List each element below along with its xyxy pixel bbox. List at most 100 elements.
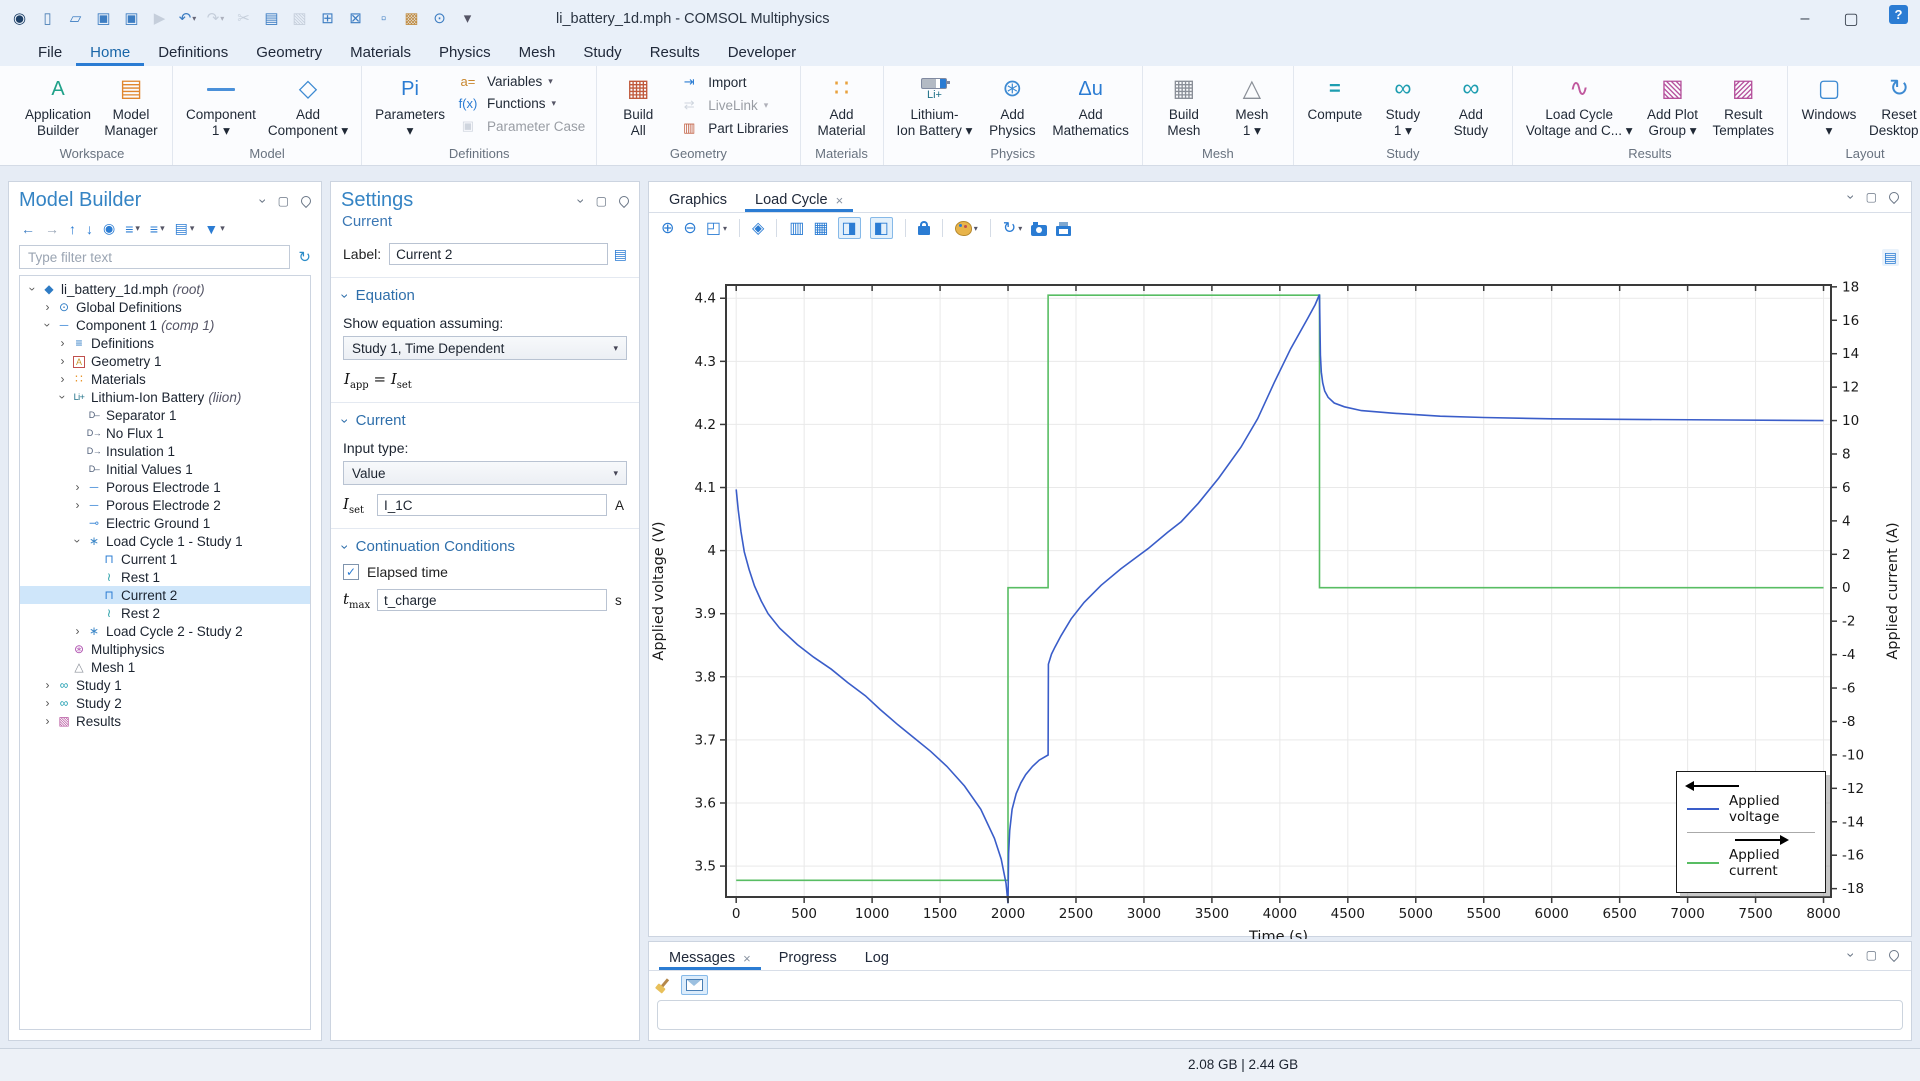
float-panel-icon[interactable]: ▢: [1866, 948, 1877, 962]
duplicate-icon[interactable]: ⊞: [314, 4, 341, 32]
menu-study[interactable]: Study: [569, 41, 635, 66]
reset-desktop-button[interactable]: ↻ResetDesktop ▾: [1865, 69, 1920, 141]
model-manager-button[interactable]: ▤ModelManager: [99, 69, 163, 141]
tree-item-definitions[interactable]: ›≡Definitions: [20, 334, 310, 352]
customize-qat-icon[interactable]: ▾: [454, 4, 481, 32]
save-as-icon[interactable]: ▣: [118, 4, 145, 32]
tree-filter-input[interactable]: [19, 245, 290, 269]
part-libraries-button[interactable]: ▥Part Libraries: [674, 119, 790, 137]
iset-input[interactable]: [377, 494, 607, 516]
menu-physics[interactable]: Physics: [425, 41, 505, 66]
tab-graphics[interactable]: Graphics: [659, 187, 737, 212]
add-physics-button[interactable]: ⊛AddPhysics: [980, 69, 1044, 141]
print-icon[interactable]: [1056, 221, 1071, 236]
equation-study-dropdown[interactable]: Study 1, Time Dependent ▾: [343, 336, 627, 360]
variables-button[interactable]: a=Variables▾: [453, 73, 587, 90]
tree-item-load-cycle-2-study-2[interactable]: ›∗Load Cycle 2 - Study 2: [20, 622, 310, 640]
tree-item-porous-electrode-1[interactable]: ›─Porous Electrode 1: [20, 478, 310, 496]
tree-item-global-definitions[interactable]: ›⊙Global Definitions: [20, 298, 310, 316]
messages-window-toggle[interactable]: [681, 975, 708, 995]
collapse-all-icon[interactable]: ≡▾: [125, 221, 140, 237]
color-legend-icon[interactable]: ◨: [838, 217, 861, 239]
menu-file[interactable]: File: [24, 41, 76, 66]
mesh-1-button[interactable]: △Mesh1 ▾: [1220, 69, 1284, 141]
menu-mesh[interactable]: Mesh: [505, 41, 570, 66]
snapshot-icon[interactable]: [1031, 221, 1047, 236]
application-builder-button[interactable]: AApplicationBuilder: [21, 69, 95, 141]
equation-section-header[interactable]: › Equation: [331, 278, 639, 309]
tree-expander-icon[interactable]: ›: [71, 480, 84, 494]
expand-all-icon[interactable]: ≡▾: [150, 221, 165, 237]
tree-item-rest-1[interactable]: ≀Rest 1: [20, 568, 310, 586]
tree-expander-icon[interactable]: ›: [71, 624, 84, 638]
result-templates-button[interactable]: ▨ResultTemplates: [1709, 69, 1779, 141]
scene-settings-icon[interactable]: ↻▾: [1003, 218, 1022, 238]
menu-home[interactable]: Home: [76, 41, 144, 66]
tree-item-load-cycle-1-study-1[interactable]: ›∗Load Cycle 1 - Study 1: [20, 532, 310, 550]
rename-icon[interactable]: ▤: [614, 246, 627, 263]
maximize-button[interactable]: ▢: [1828, 0, 1874, 38]
show-icon[interactable]: ◉: [103, 220, 115, 237]
chevron-down-icon[interactable]: ›: [258, 198, 268, 203]
parameters-button[interactable]: PiParameters▾: [371, 69, 449, 141]
livelink-button[interactable]: ⇄LiveLink▾: [674, 96, 790, 114]
tree-expander-icon[interactable]: ›: [41, 319, 55, 332]
current-section-header[interactable]: › Current: [331, 403, 639, 434]
zoom-out-icon[interactable]: ⊖: [683, 218, 696, 238]
tree-item-materials[interactable]: ›∷Materials: [20, 370, 310, 388]
refresh-icon[interactable]: ↻: [298, 248, 311, 266]
menu-results[interactable]: Results: [636, 41, 714, 66]
help-button[interactable]: ?: [1889, 5, 1908, 24]
pin-icon[interactable]: [1887, 190, 1901, 204]
tree-item-geometry-1[interactable]: ›AGeometry 1: [20, 352, 310, 370]
add-material-button[interactable]: ∷AddMaterial: [810, 69, 874, 141]
study-1-button[interactable]: ∞Study1 ▾: [1371, 69, 1435, 141]
add-plot-group-button[interactable]: ▧Add PlotGroup ▾: [1641, 69, 1705, 141]
pin-icon[interactable]: [299, 193, 313, 207]
tree-item-separator-1[interactable]: D–Separator 1: [20, 406, 310, 424]
go-forward-icon[interactable]: →: [45, 221, 59, 237]
gridlines-icon[interactable]: ▦: [813, 218, 828, 238]
model-tree-node-text-icon[interactable]: ▤▾: [175, 220, 195, 237]
delete-icon[interactable]: ⊠: [342, 4, 369, 32]
chevron-down-icon[interactable]: ›: [1846, 195, 1856, 200]
functions-button[interactable]: f(x)Functions▾: [453, 95, 587, 112]
new-file-icon[interactable]: ▯: [34, 4, 61, 32]
pin-icon[interactable]: [1887, 948, 1901, 962]
lock-axes-icon[interactable]: [918, 221, 930, 235]
tree-item-rest-2[interactable]: ≀Rest 2: [20, 604, 310, 622]
compute-button[interactable]: =Compute: [1303, 69, 1367, 125]
float-panel-icon[interactable]: ▢: [278, 194, 289, 208]
tree-item-study-1[interactable]: ›∞Study 1: [20, 676, 310, 694]
filter-icon[interactable]: ▼▾: [204, 221, 224, 237]
tree-item-insulation-1[interactable]: D→Insulation 1: [20, 442, 310, 460]
x-axis-gridlines-icon[interactable]: ▥: [789, 218, 804, 238]
cut-icon[interactable]: ✂: [230, 4, 257, 32]
tree-item-results[interactable]: ›▧Results: [20, 712, 310, 730]
tree-item-component-1[interactable]: ›─Component 1(comp 1): [20, 316, 310, 334]
tree-expander-icon[interactable]: ›: [56, 372, 69, 386]
zoom-box-icon[interactable]: ◰▾: [706, 218, 727, 238]
tree-expander-icon[interactable]: ›: [71, 535, 85, 548]
clear-selection-icon[interactable]: ▩: [398, 4, 425, 32]
tree-expander-icon[interactable]: ›: [41, 714, 54, 728]
tree-item-initial-values-1[interactable]: D–Initial Values 1: [20, 460, 310, 478]
select-icon[interactable]: ▫: [370, 4, 397, 32]
close-icon[interactable]: ×: [743, 951, 751, 966]
plot-image-icon[interactable]: ▤: [1882, 249, 1899, 266]
label-input[interactable]: [389, 243, 608, 265]
load-cycle-voltage-button[interactable]: ∿Load CycleVoltage and C... ▾: [1522, 69, 1637, 141]
paste-icon[interactable]: ▧: [286, 4, 313, 32]
add-study-button[interactable]: ∞AddStudy: [1439, 69, 1503, 141]
tmax-input[interactable]: [377, 589, 607, 611]
continuation-section-header[interactable]: › Continuation Conditions: [331, 529, 639, 560]
parameter-case-button[interactable]: ▣Parameter Case: [453, 117, 587, 135]
annotation-icon[interactable]: ◧: [870, 217, 893, 239]
add-mathematics-button[interactable]: ΔuAddMathematics: [1048, 69, 1133, 141]
import-button[interactable]: ⇥Import: [674, 73, 790, 91]
tree-expander-icon[interactable]: ›: [56, 391, 70, 404]
component-1-button[interactable]: Component1 ▾: [182, 69, 260, 141]
tree-expander-icon[interactable]: ›: [41, 696, 54, 710]
tab-log[interactable]: Log: [855, 945, 899, 970]
move-down-icon[interactable]: ↓: [86, 221, 93, 237]
